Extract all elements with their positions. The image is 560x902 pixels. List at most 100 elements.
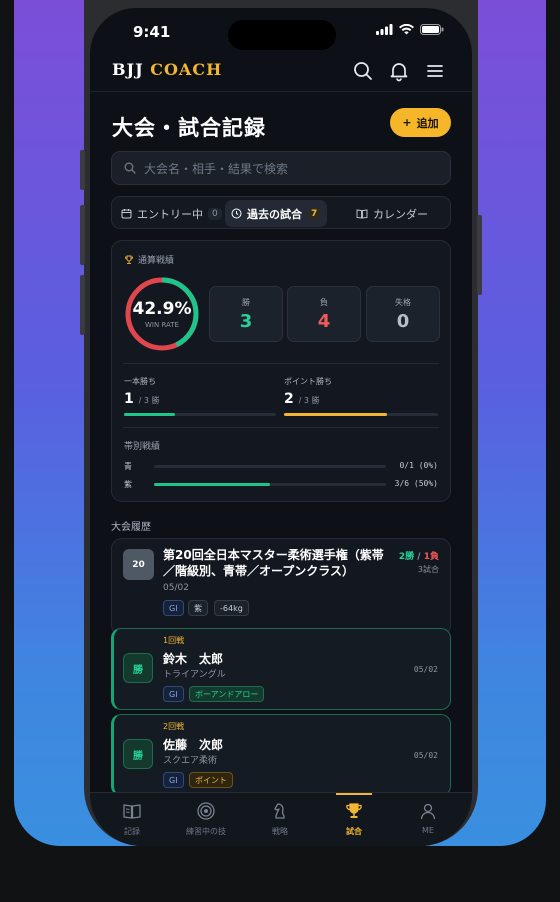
tournament-card[interactable]: 20 第20回全日本マスター柔術選手権（紫帯／階級別、青帯／オープンクラス） 2… xyxy=(111,538,451,636)
wifi-icon xyxy=(399,24,414,35)
tab-strategy[interactable]: 戦略 xyxy=(242,793,318,846)
search-icon[interactable] xyxy=(352,60,374,82)
tab-label: 過去の試合 xyxy=(247,207,302,221)
signal-icon xyxy=(376,24,393,35)
submission-wins-label: 一本勝ち xyxy=(124,377,156,386)
tournament-number: 20 xyxy=(123,549,154,580)
tab-matches[interactable]: 試合 xyxy=(316,793,392,846)
chip-technique: ボーアンドアロー xyxy=(189,686,265,702)
tab-me[interactable]: ME xyxy=(390,793,466,846)
point-wins-label: ポイント勝ち xyxy=(284,377,332,386)
search-input[interactable]: 大会名・相手・結果で検索 xyxy=(111,151,451,185)
tab-count: 7 xyxy=(307,207,322,220)
match-card[interactable]: 勝 1回戦 鈴木 太郎 トライアングル 05/02 GI ボーアンドアロー xyxy=(111,628,451,710)
menu-icon[interactable] xyxy=(424,60,446,82)
wins-box: 勝 3 xyxy=(209,286,283,342)
chip-weight: -64kg xyxy=(214,600,249,616)
tab-calendar[interactable]: カレンダー xyxy=(350,200,434,227)
belt-bar-purple xyxy=(154,483,386,486)
chip-gi: GI xyxy=(163,686,184,702)
belt-name-blue: 青 xyxy=(124,462,132,471)
trophy-icon xyxy=(125,255,133,264)
page-title: 大会・試合記録 xyxy=(112,116,266,140)
tournament-date: 05/02 xyxy=(163,583,189,593)
add-button-label: 追加 xyxy=(416,116,439,130)
result-badge: 勝 xyxy=(123,739,153,769)
losses-count: 4 xyxy=(317,311,331,332)
match-date: 05/02 xyxy=(413,665,438,674)
match-date: 05/02 xyxy=(413,751,438,760)
bar-fill xyxy=(124,413,175,416)
phone-button xyxy=(80,205,85,265)
tab-entry[interactable]: エントリー中 0 xyxy=(115,200,228,227)
match-card[interactable]: 勝 2回戦 佐藤 次郎 スクエア柔術 05/02 GI ポイント xyxy=(111,714,451,796)
chess-knight-icon xyxy=(274,803,285,819)
opponent-name: 佐藤 次郎 xyxy=(163,738,224,752)
point-wins-bar xyxy=(284,413,438,416)
app-header: BJJ COACH xyxy=(90,54,472,92)
battery-icon xyxy=(420,24,444,35)
belt-bar-blue xyxy=(154,465,386,468)
match-round: 2回戦 xyxy=(163,722,185,731)
point-wins-value: 2 / 3 勝 xyxy=(284,391,320,407)
belt-name-purple: 紫 xyxy=(124,480,132,489)
tournament-name: 第20回全日本マスター柔術選手権（紫帯／階級別、青帯／オープンクラス） xyxy=(163,548,384,578)
stats-card: 通算戦績 42.9% WIN RATE 勝 3 負 4 失格 0 一本勝ち 1 … xyxy=(111,240,451,502)
match-technique: トライアングル xyxy=(163,670,226,680)
add-button[interactable]: + 追加 xyxy=(390,108,451,137)
match-technique: スクエア柔術 xyxy=(163,756,218,766)
person-icon xyxy=(420,803,436,820)
status-icons xyxy=(376,24,444,35)
history-section-label: 大会履歴 xyxy=(111,522,151,533)
book-icon xyxy=(123,804,141,819)
trophy-icon xyxy=(346,803,362,818)
calendar-icon xyxy=(121,209,132,219)
belt-record-blue: 0/1 (0%) xyxy=(399,461,438,470)
status-bar: 9:41 xyxy=(90,8,472,52)
submission-wins-bar xyxy=(124,413,276,416)
tab-past-matches[interactable]: 過去の試合 7 xyxy=(225,200,328,227)
win-rate-value: 42.9% xyxy=(132,299,192,319)
bar-fill xyxy=(284,413,387,416)
chip-gi: GI xyxy=(163,600,184,616)
tournament-match-count: 3試合 xyxy=(417,565,439,574)
chip-method: ポイント xyxy=(189,772,233,788)
book-open-icon xyxy=(356,209,368,219)
divider xyxy=(123,363,439,364)
tab-count: 0 xyxy=(208,207,222,220)
status-time: 9:41 xyxy=(133,23,171,41)
app-logo: BJJ COACH xyxy=(112,60,223,79)
belt-record-header: 帯別戦績 xyxy=(124,442,161,452)
tournament-result: 2勝 / 1負 xyxy=(398,552,439,562)
chip-belt: 紫 xyxy=(188,600,208,616)
bar-fill xyxy=(154,483,270,486)
dynamic-island xyxy=(228,20,336,50)
wins-count: 3 xyxy=(239,311,253,332)
result-badge: 勝 xyxy=(123,653,153,683)
search-icon xyxy=(124,162,136,174)
bell-icon[interactable] xyxy=(388,60,410,82)
tab-practice[interactable]: 練習中の技 xyxy=(168,793,244,846)
active-indicator xyxy=(336,793,372,795)
chip-gi: GI xyxy=(163,772,184,788)
search-placeholder: 大会名・相手・結果で検索 xyxy=(144,161,289,176)
win-rate-label: WIN RATE xyxy=(145,321,179,329)
stats-header: 通算戦績 xyxy=(124,253,174,266)
dq-box: 失格 0 xyxy=(366,286,440,342)
opponent-name: 鈴木 太郎 xyxy=(163,652,224,666)
divider xyxy=(123,427,439,428)
plus-icon: + xyxy=(402,116,412,129)
phone-button xyxy=(477,215,482,295)
dq-count: 0 xyxy=(396,311,410,332)
phone-button xyxy=(80,150,85,190)
segmented-tabs: エントリー中 0 過去の試合 7 カレンダー xyxy=(111,196,451,229)
target-icon xyxy=(197,802,215,820)
clock-icon xyxy=(231,208,242,219)
match-round: 1回戦 xyxy=(163,636,185,645)
tab-label: エントリー中 xyxy=(137,207,203,221)
tab-label: カレンダー xyxy=(373,207,428,221)
bottom-tab-bar: 記録 練習中の技 戦略 試合 ME xyxy=(90,792,472,846)
losses-box: 負 4 xyxy=(287,286,361,342)
tab-record[interactable]: 記録 xyxy=(94,793,170,846)
submission-wins-value: 1 / 3 勝 xyxy=(124,391,160,407)
